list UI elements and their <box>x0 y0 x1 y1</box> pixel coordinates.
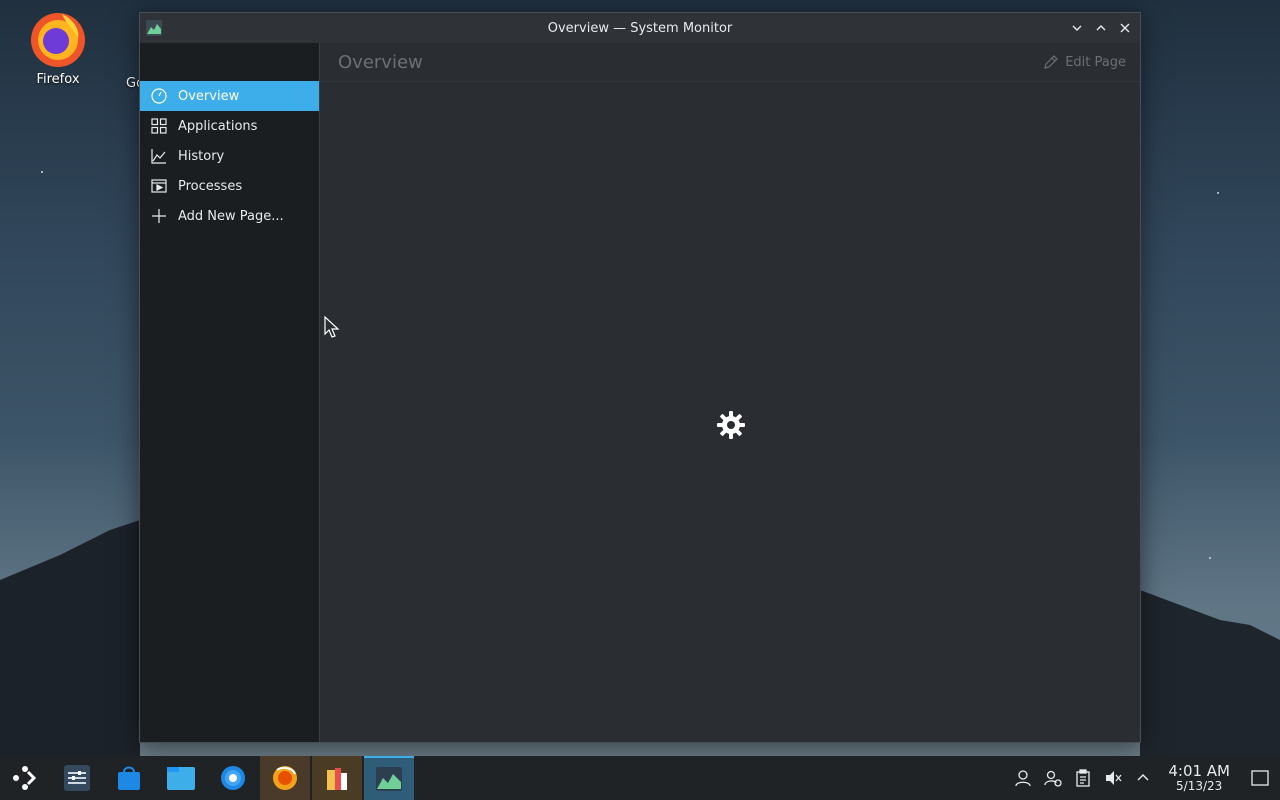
maximize-button[interactable] <box>1092 19 1110 37</box>
main-header: Overview Edit Page <box>321 43 1140 82</box>
expand-tray-icon[interactable] <box>1128 756 1158 800</box>
main-content: Overview Edit Page <box>321 43 1140 742</box>
system-tray: 4:01 AM 5/13/23 <box>1008 756 1280 800</box>
pencil-icon <box>1043 54 1059 70</box>
clock-time: 4:01 AM <box>1168 762 1230 780</box>
chevron-up-icon <box>1096 25 1106 31</box>
orange-app-icon <box>273 766 297 790</box>
edit-page-button[interactable]: Edit Page <box>1043 54 1126 70</box>
taskbar: 4:01 AM 5/13/23 <box>0 756 1280 800</box>
taskbar-system-monitor-button[interactable] <box>364 756 414 800</box>
desktop-icon-label: Firefox <box>36 72 80 87</box>
mixer-icon <box>64 765 90 791</box>
clipboard-icon[interactable] <box>1068 756 1098 800</box>
edit-page-label: Edit Page <box>1065 54 1126 70</box>
system-monitor-window: Overview — System Monitor Overview Appli… <box>139 12 1141 743</box>
discover-store-icon <box>118 766 140 790</box>
user-icon[interactable] <box>1008 756 1038 800</box>
taskbar-settings-button[interactable] <box>208 756 258 800</box>
sidebar-item-history[interactable]: History <box>140 141 319 171</box>
taskbar-app-orange-button[interactable] <box>260 756 310 800</box>
user-switch-icon[interactable] <box>1038 756 1068 800</box>
sidebar-item-overview[interactable]: Overview <box>140 81 319 111</box>
desktop-icon-firefox[interactable]: Firefox <box>22 8 94 94</box>
sidebar-item-label: Overview <box>178 88 240 104</box>
sidebar-item-applications[interactable]: Applications <box>140 111 319 141</box>
close-button[interactable] <box>1116 19 1134 37</box>
sidebar: Overview Applications History Processes … <box>140 43 320 742</box>
close-icon <box>1120 23 1130 33</box>
applications-icon <box>150 117 168 135</box>
sidebar-item-label: Applications <box>178 118 258 134</box>
sidebar-item-label: Processes <box>178 178 243 194</box>
page-title: Overview <box>338 51 423 73</box>
minimize-button[interactable] <box>1068 19 1086 37</box>
clock-date: 5/13/23 <box>1176 779 1223 793</box>
taskbar-mixer-button[interactable] <box>52 756 102 800</box>
taskbar-discover-button[interactable] <box>104 756 154 800</box>
firefox-icon <box>31 13 85 67</box>
sidebar-item-add-page[interactable]: Add New Page... <box>140 201 319 231</box>
overview-icon <box>150 87 168 105</box>
system-settings-icon <box>221 766 245 790</box>
window-titlebar[interactable]: Overview — System Monitor <box>140 13 1140 43</box>
sidebar-item-label: History <box>178 148 225 164</box>
plus-icon <box>150 207 168 225</box>
volume-muted-icon[interactable] <box>1098 756 1128 800</box>
processes-icon <box>150 177 168 195</box>
taskbar-file-manager-button[interactable] <box>156 756 206 800</box>
sidebar-item-processes[interactable]: Processes <box>140 171 319 201</box>
gear-spinner-icon <box>716 410 746 444</box>
folder-icon <box>167 767 195 790</box>
sidebar-item-label: Add New Page... <box>178 208 284 224</box>
app-bundle-icon <box>327 768 347 790</box>
app-launcher-button[interactable] <box>0 756 50 800</box>
history-icon <box>150 147 168 165</box>
app-launcher-icon <box>13 766 37 790</box>
show-desktop-icon[interactable] <box>1240 756 1280 800</box>
chevron-down-icon <box>1072 25 1082 31</box>
clock[interactable]: 4:01 AM 5/13/23 <box>1158 763 1240 793</box>
mouse-cursor-icon <box>324 316 340 338</box>
system-monitor-icon <box>146 20 162 40</box>
taskbar-app-bundle-button[interactable] <box>312 756 362 800</box>
system-monitor-icon <box>376 767 402 791</box>
window-title: Overview — System Monitor <box>547 20 733 36</box>
